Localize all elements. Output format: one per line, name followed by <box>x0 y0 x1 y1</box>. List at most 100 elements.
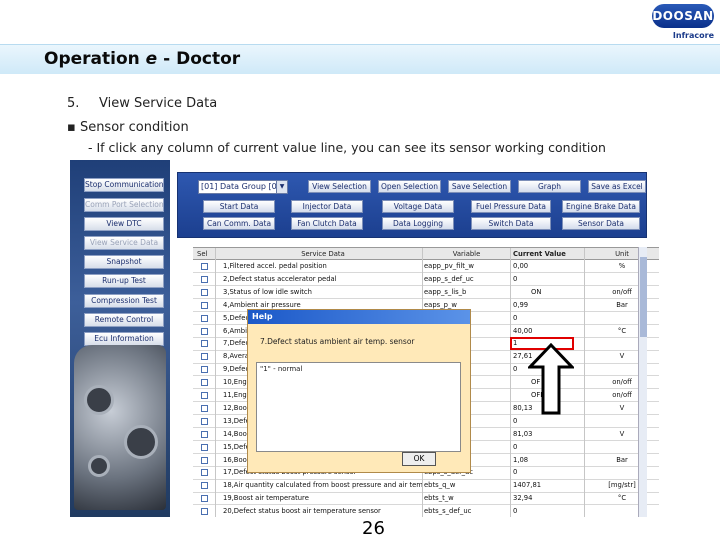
header-1: Service Data <box>301 250 345 258</box>
table-header: Sel Service Data Variable Current Value Unit <box>193 248 659 260</box>
cell-cur: 1,08 <box>513 455 529 464</box>
mid-button-4[interactable]: Engine Brake Data <box>562 200 640 213</box>
bot-button-2[interactable]: Data Logging <box>382 217 454 230</box>
cell-name: 18,Air quantity calculated from boost pr… <box>223 481 423 490</box>
table-row[interactable]: 1,Filtered accel. pedal position eapp_pv_… <box>193 260 659 274</box>
help-content: "1" - normal <box>256 362 461 452</box>
table-row[interactable]: 2,Defect status accelerator pedal eapp_s_… <box>193 273 659 287</box>
up-arrow-icon <box>528 343 574 415</box>
help-titlebar: Help <box>248 310 470 324</box>
row-checkbox[interactable] <box>201 340 208 348</box>
left-button-8[interactable]: Ecu Information <box>84 332 164 346</box>
cell-name: 1,Filtered accel. pedal position <box>223 262 327 270</box>
cell-cur: 0 <box>513 274 518 283</box>
row-checkbox[interactable] <box>201 469 208 477</box>
row-checkbox[interactable] <box>201 263 208 270</box>
row-checkbox[interactable] <box>201 443 208 451</box>
row-checkbox[interactable] <box>201 327 208 335</box>
table-row[interactable]: 20,Defect status boost air temperature s… <box>193 505 659 517</box>
cell-var: eapp_s_lis_b <box>424 287 467 296</box>
header-3: Current Value <box>513 250 566 258</box>
top-button-1[interactable]: Open Selection <box>378 180 441 193</box>
left-button-4[interactable]: Snapshot <box>84 255 164 269</box>
row-checkbox[interactable] <box>201 456 208 464</box>
left-panel: Stop Communication Comm Port Selection Vie… <box>70 160 170 517</box>
table-row[interactable]: 19,Boost air temperature ebts_t_w 32,94 °C <box>193 492 659 506</box>
doosan-logo: DOOSAN Infracore <box>648 2 718 44</box>
cell-cur: 0 <box>513 442 518 451</box>
cell-cur: 0,00 <box>513 262 529 270</box>
chevron-down-icon[interactable]: ▼ <box>276 181 287 193</box>
title-bar: Operation e - Doctor <box>0 44 720 74</box>
row-checkbox[interactable] <box>201 495 208 503</box>
row-checkbox[interactable] <box>201 404 208 412</box>
row-checkbox[interactable] <box>201 366 208 374</box>
cell-cur: 0 <box>513 313 518 322</box>
cell-cur: 81,03 <box>513 429 533 438</box>
top-button-0[interactable]: View Selection <box>308 180 371 193</box>
bot-button-0[interactable]: Can Comm. Data <box>203 217 275 230</box>
mid-button-1[interactable]: Injector Data <box>291 200 363 213</box>
cell-name: 20,Defect status boost air temperature s… <box>223 507 381 516</box>
left-button-7[interactable]: Remote Control <box>84 313 164 327</box>
left-button-0[interactable]: Stop Communication <box>84 178 164 192</box>
cell-cur: 0 <box>513 416 518 425</box>
row-checkbox[interactable] <box>201 288 208 296</box>
section-number: 5. <box>67 96 80 111</box>
bot-button-3[interactable]: Switch Data <box>471 217 551 230</box>
row-checkbox[interactable] <box>201 301 208 309</box>
cell-var: ebts_t_w <box>424 494 454 503</box>
help-message: 7.Defect status ambient air temp. sensor <box>260 337 415 346</box>
row-checkbox[interactable] <box>201 430 208 438</box>
top-button-2[interactable]: Save Selection <box>448 180 511 193</box>
page-title: Operation e - Doctor <box>44 49 241 69</box>
left-button-2[interactable]: View DTC <box>84 217 164 231</box>
left-button-1[interactable]: Comm Port Selection <box>84 198 164 212</box>
data-group-select[interactable]: [01] Data Group [02] ▼ <box>198 180 288 194</box>
ok-button[interactable]: OK <box>402 452 436 466</box>
cell-name: 3,Status of low idle switch <box>223 287 312 296</box>
row-checkbox[interactable] <box>201 353 208 361</box>
engine-image <box>74 345 166 510</box>
help-dialog: Help 7.Defect status ambient air temp. s… <box>247 309 471 473</box>
cell-name: 2,Defect status accelerator pedal <box>223 274 337 283</box>
cell-var: eapp_pv_filt_w <box>424 262 474 270</box>
page-number: 26 <box>362 518 385 539</box>
table-scrollbar[interactable] <box>638 247 647 517</box>
top-button-4[interactable]: Save as Excel <box>588 180 646 193</box>
cell-name: 19,Boost air temperature <box>223 494 309 503</box>
row-checkbox[interactable] <box>201 508 208 516</box>
mid-button-0[interactable]: Start Data <box>203 200 275 213</box>
cell-var: ebts_s_def_uc <box>424 507 472 516</box>
header-2: Variable <box>452 250 481 258</box>
left-button-3[interactable]: View Service Data <box>84 236 164 250</box>
cell-cur: 40,00 <box>513 326 533 335</box>
header-0: Sel <box>197 250 208 258</box>
row-checkbox[interactable] <box>201 417 208 425</box>
table-row[interactable]: 18,Air quantity calculated from boost pr… <box>193 479 659 493</box>
cell-cur: 0,99 <box>513 300 529 309</box>
row-checkbox[interactable] <box>201 314 208 322</box>
row-checkbox[interactable] <box>201 482 208 490</box>
cell-var: eapp_s_def_uc <box>424 274 474 283</box>
table-row[interactable]: 3,Status of low idle switch eapp_s_lis_b O… <box>193 286 659 300</box>
left-button-6[interactable]: Compression Test <box>84 294 164 308</box>
row-checkbox[interactable] <box>201 379 208 387</box>
cell-var: eaps_p_w <box>424 300 457 309</box>
brand-sub: Infracore <box>672 31 714 40</box>
cell-cur: 0 <box>513 507 518 516</box>
mid-button-2[interactable]: Voltage Data <box>382 200 454 213</box>
cell-cur: 0 <box>513 468 518 477</box>
brand-name: DOOSAN <box>652 4 714 28</box>
mid-button-3[interactable]: Fuel Pressure Data <box>471 200 551 213</box>
control-panel: [01] Data Group [02] ▼ View Selection Open… <box>177 172 647 238</box>
bot-button-1[interactable]: Fan Clutch Data <box>291 217 363 230</box>
cell-name: 4,Ambient air pressure <box>223 300 301 309</box>
top-button-3[interactable]: Graph <box>518 180 581 193</box>
bot-button-4[interactable]: Sensor Data <box>562 217 640 230</box>
row-checkbox[interactable] <box>201 275 208 283</box>
row-checkbox[interactable] <box>201 392 208 399</box>
section-title: View Service Data <box>99 96 218 111</box>
cell-cur: 32,94 <box>513 494 533 503</box>
left-button-5[interactable]: Run-up Test <box>84 274 164 288</box>
